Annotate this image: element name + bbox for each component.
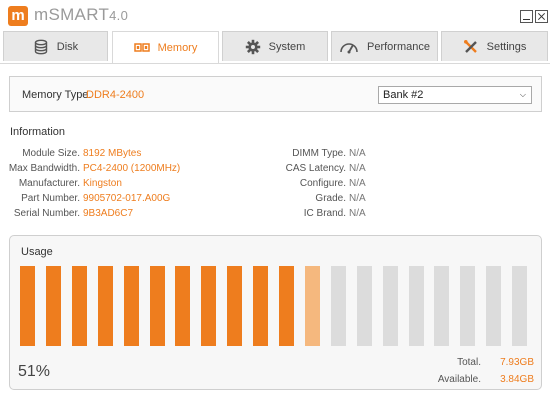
usage-bar [460, 266, 476, 346]
memory-type-value: DDR4-2400 [86, 89, 145, 101]
information-heading: Information [10, 126, 66, 138]
usage-bar [382, 266, 398, 346]
info-label: DIMM Type. [292, 148, 346, 159]
tab-memory[interactable]: Memory [112, 31, 219, 63]
usage-bar [45, 266, 61, 346]
usage-bar [408, 266, 424, 346]
usage-bar [434, 266, 450, 346]
tab-performance[interactable]: Performance [331, 31, 438, 61]
minimize-button[interactable] [520, 10, 533, 23]
info-value: N/A [349, 208, 366, 219]
usage-bar [304, 266, 320, 346]
total-label: Total. [457, 357, 481, 368]
usage-percent: 51% [18, 363, 51, 380]
usage-bar [123, 266, 139, 346]
memory-panel: Memory Type. DDR4-2400 Bank #2 ⌵ Informa… [0, 63, 550, 412]
usage-bar [227, 266, 243, 346]
info-label: Grade. [315, 193, 346, 204]
memory-icon [133, 40, 150, 56]
gear-icon [245, 39, 261, 55]
info-row: CAS Latency. N/A [0, 163, 550, 177]
info-row: Grade. N/A [0, 193, 550, 207]
chevron-down-icon: ⌵ [519, 90, 526, 99]
available-value: 3.84GB [500, 374, 534, 385]
info-label: Configure. [299, 178, 346, 189]
memory-type-label: Memory Type. [22, 89, 92, 101]
speedometer-icon [339, 39, 359, 55]
app-title: mSMART4.0 [34, 5, 128, 25]
usage-bar [71, 266, 87, 346]
usage-bar [97, 266, 113, 346]
info-value: N/A [349, 193, 366, 204]
usage-bar [486, 266, 502, 346]
info-value: N/A [349, 148, 366, 159]
bank-select-value: Bank #2 [383, 89, 424, 101]
tab-label: System [268, 40, 306, 53]
info-row: Configure. N/A [0, 178, 550, 192]
usage-bar [20, 266, 35, 346]
tab-disk[interactable]: Disk [3, 31, 108, 61]
info-value: N/A [349, 178, 366, 189]
title-bar: m mSMART4.0 [0, 0, 550, 31]
memory-type-box: Memory Type. DDR4-2400 Bank #2 ⌵ [9, 76, 542, 112]
info-value: N/A [349, 163, 366, 174]
total-value: 7.93GB [500, 357, 534, 368]
usage-bars [20, 266, 535, 346]
bank-select[interactable]: Bank #2 ⌵ [378, 86, 532, 104]
tab-label: Performance [367, 40, 430, 53]
usage-heading: Usage [21, 246, 53, 258]
tab-label: Memory [157, 41, 198, 54]
tab-system[interactable]: System [222, 31, 328, 61]
usage-bar [175, 266, 191, 346]
tab-settings[interactable]: Settings [441, 31, 548, 61]
usage-bar [512, 266, 528, 346]
tab-label: Settings [486, 40, 527, 53]
usage-bar [279, 266, 294, 346]
usage-bar [253, 266, 269, 346]
app-version: 4.0 [109, 8, 129, 23]
info-row: IC Brand. N/A [0, 208, 550, 222]
close-button[interactable] [535, 10, 548, 23]
tools-icon [463, 39, 479, 55]
info-label: CAS Latency. [285, 163, 346, 174]
database-icon [33, 39, 49, 55]
tab-label: Disk [56, 40, 79, 53]
usage-box: Usage 51% Total. 7.93GB Available. 3.84G… [9, 235, 542, 390]
info-label: IC Brand. [303, 208, 346, 219]
usage-bar [149, 266, 165, 346]
usage-bar [330, 266, 346, 346]
info-row: DIMM Type. N/A [0, 148, 550, 162]
tab-bar: Disk Memory System Performance Settings [0, 31, 550, 63]
usage-bar [356, 266, 372, 346]
app-name: mSMART [34, 5, 110, 24]
available-label: Available. [437, 374, 481, 385]
usage-bar [201, 266, 217, 346]
app-logo: m [8, 6, 28, 26]
